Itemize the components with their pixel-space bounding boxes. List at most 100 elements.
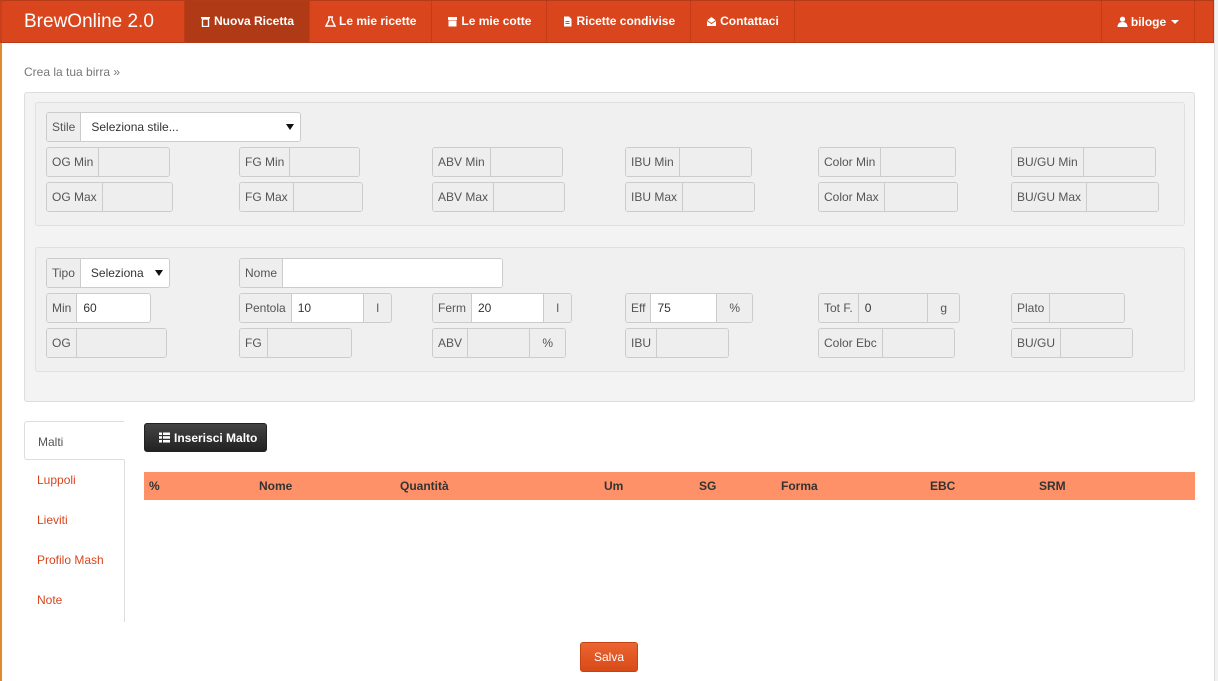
nav-label: Le mie cotte <box>461 14 532 28</box>
eff-input[interactable]: 75 <box>651 294 717 322</box>
dropdown-arrow-icon <box>155 270 163 276</box>
envelope-icon <box>706 17 717 26</box>
recipe-well: Tipo Seleziona Nome Min 60 Pentola 10 l … <box>35 247 1185 372</box>
abv-field <box>468 329 530 357</box>
nav-le-mie-ricette[interactable]: Le mie ricette <box>309 1 431 42</box>
chevron-down-icon <box>1171 19 1180 24</box>
trash-icon <box>201 17 210 27</box>
column-header[interactable]: EBC <box>930 479 955 493</box>
fg-max-field <box>293 183 362 211</box>
ibu-max-field <box>683 183 754 211</box>
style-select-value: Seleziona stile... <box>91 120 179 134</box>
column-header[interactable]: SG <box>699 479 716 493</box>
nav-label: Contattaci <box>720 14 779 28</box>
pentola-input[interactable]: 10 <box>291 294 364 322</box>
insert-malt-label: Inserisci Malto <box>174 430 258 445</box>
box-icon <box>448 17 458 27</box>
column-header[interactable]: Um <box>604 479 623 493</box>
tab-profilo-mash[interactable]: Profilo Mash <box>24 540 124 580</box>
style-select[interactable]: Seleziona stile... <box>81 113 300 141</box>
nav-label: Le mie ricette <box>339 14 417 28</box>
og-field <box>76 329 166 357</box>
ibu-max-group: IBU Max <box>625 182 755 212</box>
og-max-field <box>102 183 172 211</box>
navbar: BrewOnline 2.0 Nuova Ricetta Le mie rice… <box>0 0 1214 43</box>
abv-unit: % <box>529 329 565 357</box>
bugu-max-field <box>1087 183 1158 211</box>
abv-label: ABV <box>433 329 469 357</box>
totf-label: Tot F. <box>819 294 859 322</box>
plato-group: Plato <box>1011 293 1125 323</box>
bugu-field <box>1061 329 1132 357</box>
ibu-min-field <box>679 148 751 176</box>
nome-label: Nome <box>240 259 284 287</box>
plato-label: Plato <box>1012 294 1051 322</box>
abv-max-label: ABV Max <box>433 183 495 211</box>
nav-contattaci[interactable]: Contattaci <box>690 1 794 42</box>
nav-ricette-condivise[interactable]: Ricette condivise <box>546 1 690 42</box>
tipo-select-group: Tipo Seleziona <box>46 258 170 288</box>
ibu-min-label: IBU Min <box>626 148 680 176</box>
tab-note[interactable]: Note <box>24 580 124 620</box>
ferm-group: Ferm 20 l <box>432 293 572 323</box>
tab-lieviti[interactable]: Lieviti <box>24 500 124 540</box>
min-input[interactable]: 60 <box>77 294 150 322</box>
tab-luppoli[interactable]: Luppoli <box>24 460 124 500</box>
style-select-group: Stile Seleziona stile... <box>46 112 301 142</box>
scrollbar-track[interactable] <box>1214 0 1218 681</box>
bugu-max-group: BU/GU Max <box>1011 182 1159 212</box>
eff-unit: % <box>716 294 752 322</box>
pentola-label: Pentola <box>240 294 292 322</box>
abv-min-label: ABV Min <box>433 148 491 176</box>
tipo-select[interactable]: Seleziona <box>80 259 169 287</box>
nome-input[interactable] <box>283 259 502 287</box>
og-label: OG <box>47 329 77 357</box>
bugu-group: BU/GU <box>1011 328 1133 358</box>
breadcrumb: Crea la tua birra » <box>24 65 121 79</box>
abv-max-field <box>494 183 564 211</box>
column-header[interactable]: SRM <box>1039 479 1066 493</box>
user-icon <box>1117 16 1128 27</box>
color-max-field <box>884 183 957 211</box>
insert-malt-button[interactable]: Inserisci Malto <box>144 423 267 452</box>
navbar-spacer <box>793 1 1101 42</box>
color-min-group: Color Min <box>818 147 956 177</box>
tab-malti[interactable]: Malti <box>24 421 125 460</box>
ferm-unit: l <box>543 294 571 322</box>
nav-label: Nuova Ricetta <box>214 14 295 28</box>
abv-group: ABV % <box>432 328 566 358</box>
style-well: Stile Seleziona stile... OG Min FG Min A… <box>35 102 1185 226</box>
column-header[interactable]: Quantità <box>400 479 449 493</box>
dropdown-arrow-icon <box>286 124 294 130</box>
user-menu[interactable]: biloge <box>1101 1 1195 42</box>
og-min-group: OG Min <box>46 147 170 177</box>
og-min-field <box>99 148 169 176</box>
abv-min-group: ABV Min <box>432 147 563 177</box>
column-header[interactable]: Nome <box>259 479 292 493</box>
color-min-label: Color Min <box>819 148 882 176</box>
color-max-label: Color Max <box>819 183 885 211</box>
eff-group: Eff 75 % <box>625 293 753 323</box>
abv-min-field <box>490 148 562 176</box>
ferm-input[interactable]: 20 <box>472 294 544 322</box>
column-header[interactable]: % <box>149 479 160 493</box>
nav-le-mie-cotte[interactable]: Le mie cotte <box>431 1 546 42</box>
plato-field <box>1050 294 1124 322</box>
malt-table-header: % Nome Quantità Um SG Forma EBC SRM <box>144 472 1195 500</box>
column-header[interactable]: Forma <box>781 479 818 493</box>
ibu-field <box>657 329 728 357</box>
nav-nuova-ricetta[interactable]: Nuova Ricetta <box>184 1 310 42</box>
bugu-min-field <box>1083 148 1155 176</box>
ferm-label: Ferm <box>433 294 472 322</box>
eff-label: Eff <box>626 294 652 322</box>
brand-logo[interactable]: BrewOnline 2.0 <box>2 1 184 42</box>
ibu-label: IBU <box>626 329 658 357</box>
bugu-min-label: BU/GU Min <box>1012 148 1084 176</box>
tipo-label: Tipo <box>47 259 81 287</box>
color-max-group: Color Max <box>818 182 958 212</box>
flask-icon <box>325 16 337 27</box>
bugu-min-group: BU/GU Min <box>1011 147 1156 177</box>
fg-field <box>267 329 351 357</box>
save-button[interactable]: Salva <box>580 642 638 672</box>
min-group: Min 60 <box>46 293 151 323</box>
